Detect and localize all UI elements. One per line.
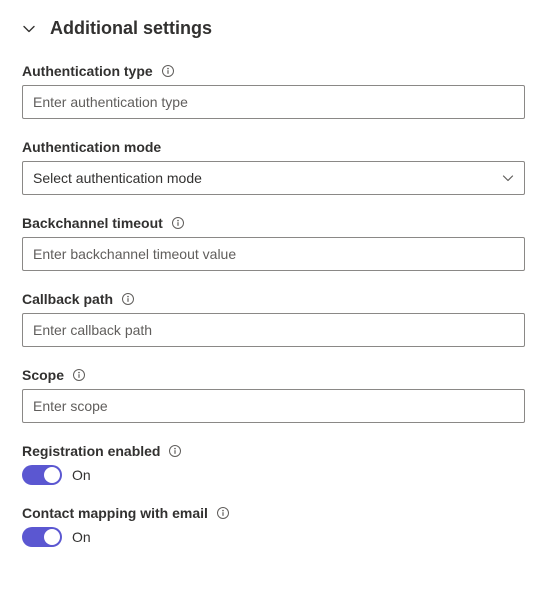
label-row: Contact mapping with email <box>22 505 525 521</box>
backchannel-timeout-input[interactable] <box>22 237 525 271</box>
auth-mode-label: Authentication mode <box>22 139 161 155</box>
section-title: Additional settings <box>50 18 212 39</box>
contact-mapping-label: Contact mapping with email <box>22 505 208 521</box>
info-icon[interactable] <box>171 216 185 230</box>
field-authentication-type: Authentication type <box>22 63 525 119</box>
backchannel-timeout-label: Backchannel timeout <box>22 215 163 231</box>
contact-mapping-state: On <box>72 529 91 545</box>
chevron-down-icon <box>22 22 36 36</box>
label-row: Backchannel timeout <box>22 215 525 231</box>
field-registration-enabled: Registration enabled On <box>22 443 525 485</box>
field-contact-mapping: Contact mapping with email On <box>22 505 525 547</box>
info-icon[interactable] <box>168 444 182 458</box>
info-icon[interactable] <box>161 64 175 78</box>
scope-input[interactable] <box>22 389 525 423</box>
field-callback-path: Callback path <box>22 291 525 347</box>
toggle-knob <box>44 467 60 483</box>
label-row: Registration enabled <box>22 443 525 459</box>
info-icon[interactable] <box>121 292 135 306</box>
callback-path-label: Callback path <box>22 291 113 307</box>
registration-enabled-label: Registration enabled <box>22 443 160 459</box>
label-row: Authentication mode <box>22 139 525 155</box>
auth-mode-select[interactable]: Select authentication mode <box>22 161 525 195</box>
info-icon[interactable] <box>72 368 86 382</box>
contact-mapping-toggle[interactable] <box>22 527 62 547</box>
callback-path-input[interactable] <box>22 313 525 347</box>
auth-mode-selected: Select authentication mode <box>33 170 202 186</box>
toggle-knob <box>44 529 60 545</box>
label-row: Callback path <box>22 291 525 307</box>
field-authentication-mode: Authentication mode Select authenticatio… <box>22 139 525 195</box>
label-row: Authentication type <box>22 63 525 79</box>
registration-enabled-toggle[interactable] <box>22 465 62 485</box>
registration-enabled-state: On <box>72 467 91 483</box>
section-header[interactable]: Additional settings <box>22 18 525 39</box>
field-scope: Scope <box>22 367 525 423</box>
field-backchannel-timeout: Backchannel timeout <box>22 215 525 271</box>
info-icon[interactable] <box>216 506 230 520</box>
auth-type-label: Authentication type <box>22 63 153 79</box>
scope-label: Scope <box>22 367 64 383</box>
label-row: Scope <box>22 367 525 383</box>
auth-type-input[interactable] <box>22 85 525 119</box>
